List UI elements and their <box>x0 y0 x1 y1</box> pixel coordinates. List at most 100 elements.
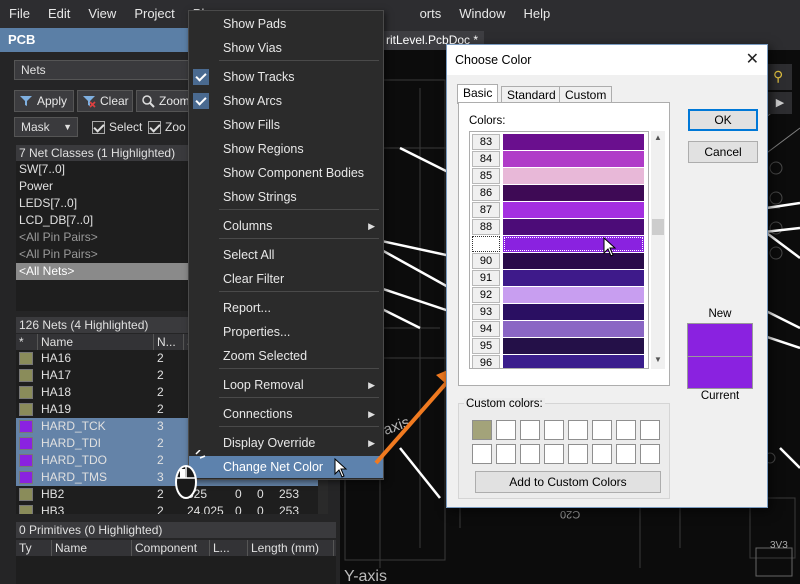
column-header[interactable]: Length (mm) <box>248 540 334 556</box>
color-row[interactable]: 95 <box>472 338 646 354</box>
add-custom-color-button[interactable]: Add to Custom Colors <box>475 471 661 493</box>
color-row[interactable] <box>472 236 646 252</box>
column-header[interactable]: * <box>16 334 38 350</box>
net-color-swatch <box>19 454 33 467</box>
color-row[interactable]: 85 <box>472 168 646 184</box>
net-class-item[interactable]: Power <box>16 178 188 195</box>
cursor-icon <box>334 458 348 478</box>
column-header[interactable]: N... <box>154 334 184 350</box>
cancel-button[interactable]: Cancel <box>688 141 758 163</box>
color-row[interactable]: 90 <box>472 253 646 269</box>
net-class-item[interactable]: LEDS[7..0] <box>16 195 188 212</box>
context-menu-item[interactable]: Show Strings <box>189 186 383 208</box>
menu-item[interactable]: View <box>79 0 125 28</box>
column-header[interactable]: L... <box>210 540 248 556</box>
color-row[interactable]: 92 <box>472 287 646 303</box>
color-row[interactable]: 84 <box>472 151 646 167</box>
context-menu-item[interactable]: Loop Removal ▶ <box>189 374 383 396</box>
custom-color-cell[interactable] <box>520 420 540 440</box>
zoom-button[interactable]: Zoom <box>136 90 192 112</box>
context-menu-item[interactable]: Properties... <box>189 321 383 343</box>
custom-color-cell[interactable] <box>472 444 492 464</box>
ok-button[interactable]: OK <box>688 109 758 131</box>
canvas-scroll-icon[interactable]: ▶ <box>768 92 792 114</box>
color-row[interactable]: 94 <box>472 321 646 337</box>
custom-color-cell[interactable] <box>616 444 636 464</box>
menu-item[interactable]: Project <box>125 0 183 28</box>
net-class-item[interactable]: SW[7..0] <box>16 161 188 178</box>
context-menu-item[interactable]: Columns ▶ <box>189 215 383 237</box>
context-menu-item[interactable]: Show Pads <box>189 13 383 35</box>
custom-color-cell[interactable] <box>616 420 636 440</box>
close-icon[interactable]: ✕ <box>746 45 759 75</box>
color-row[interactable]: 83 <box>472 134 646 150</box>
net-cell-n: 2 <box>157 402 164 416</box>
scroll-thumb[interactable] <box>652 219 664 235</box>
column-header[interactable]: Name <box>52 540 132 556</box>
custom-color-cell[interactable] <box>544 444 564 464</box>
apply-button[interactable]: Apply <box>14 90 74 112</box>
context-menu-item[interactable]: Connections ▶ <box>189 403 383 425</box>
custom-color-cell[interactable] <box>520 444 540 464</box>
net-class-item[interactable]: <All Pin Pairs> <box>16 246 188 263</box>
context-menu-item[interactable]: Show Vias <box>189 37 383 59</box>
color-swatch <box>503 287 644 303</box>
net-class-item[interactable]: <All Pin Pairs> <box>16 229 188 246</box>
custom-color-cell[interactable] <box>568 444 588 464</box>
menu-item[interactable]: Help <box>515 0 560 28</box>
context-menu-item[interactable]: Show Fills <box>189 114 383 136</box>
context-menu-item-label: Connections <box>223 407 293 421</box>
custom-color-cell[interactable] <box>472 420 492 440</box>
context-menu-item-label: Show Fills <box>223 118 280 132</box>
context-menu-item[interactable]: Zoom Selected <box>189 345 383 367</box>
custom-color-cell[interactable] <box>496 420 516 440</box>
context-menu-item[interactable]: Change Net Color <box>189 456 383 478</box>
net-color-swatch <box>19 386 33 399</box>
context-menu-item[interactable]: Display Override ▶ <box>189 432 383 454</box>
tab-basic[interactable]: Basic <box>457 84 499 104</box>
custom-color-cell[interactable] <box>640 420 660 440</box>
custom-color-cell[interactable] <box>544 420 564 440</box>
color-row[interactable]: 87 <box>472 202 646 218</box>
menu-item[interactable]: orts <box>411 0 451 28</box>
custom-color-cell[interactable] <box>640 444 660 464</box>
color-row[interactable]: 93 <box>472 304 646 320</box>
menu-item[interactable]: Edit <box>39 0 79 28</box>
custom-color-cell[interactable] <box>592 420 612 440</box>
column-header[interactable]: Ty <box>16 540 52 556</box>
context-menu-item[interactable]: Report... <box>189 297 383 319</box>
select-checkbox[interactable] <box>92 121 105 134</box>
custom-color-cell[interactable] <box>568 420 588 440</box>
color-list-scrollbar[interactable]: ▲ ▼ <box>651 131 665 369</box>
color-row[interactable]: 91 <box>472 270 646 286</box>
menu-item[interactable]: File <box>0 0 39 28</box>
net-class-item[interactable]: <All Nets> <box>16 263 188 280</box>
custom-color-cell[interactable] <box>496 444 516 464</box>
menu-item[interactable]: Window <box>450 0 514 28</box>
context-menu-item[interactable]: Show Component Bodies <box>189 162 383 184</box>
column-header[interactable]: Name <box>38 334 154 350</box>
context-menu-item-label: Report... <box>223 301 271 315</box>
net-class-item[interactable]: LCD_DB[7..0] <box>16 212 188 229</box>
context-menu-item[interactable]: Show Tracks <box>189 66 383 88</box>
menu-separator <box>219 60 379 61</box>
zoom-checkbox[interactable] <box>148 121 161 134</box>
color-index: 83 <box>472 134 500 150</box>
clear-button[interactable]: Clear <box>77 90 133 112</box>
color-row[interactable]: 86 <box>472 185 646 201</box>
custom-color-cell[interactable] <box>592 444 612 464</box>
mask-dropdown[interactable]: Mask ▼ <box>14 117 78 137</box>
context-menu-item[interactable]: Show Regions <box>189 138 383 160</box>
column-header[interactable]: Component <box>132 540 210 556</box>
key-icon[interactable]: ⚲ <box>773 68 783 85</box>
scroll-up-icon[interactable]: ▲ <box>651 131 665 145</box>
color-row[interactable]: 88 <box>472 219 646 235</box>
context-menu-item[interactable]: Select All <box>189 244 383 266</box>
context-menu-item[interactable]: Clear Filter <box>189 268 383 290</box>
menu-separator <box>219 209 379 210</box>
color-row[interactable]: 96 <box>472 355 646 368</box>
context-menu-item-label: Show Arcs <box>223 94 283 108</box>
scroll-down-icon[interactable]: ▼ <box>651 353 665 367</box>
net-cell-name: HA18 <box>41 385 72 399</box>
context-menu-item[interactable]: Show Arcs <box>189 90 383 112</box>
